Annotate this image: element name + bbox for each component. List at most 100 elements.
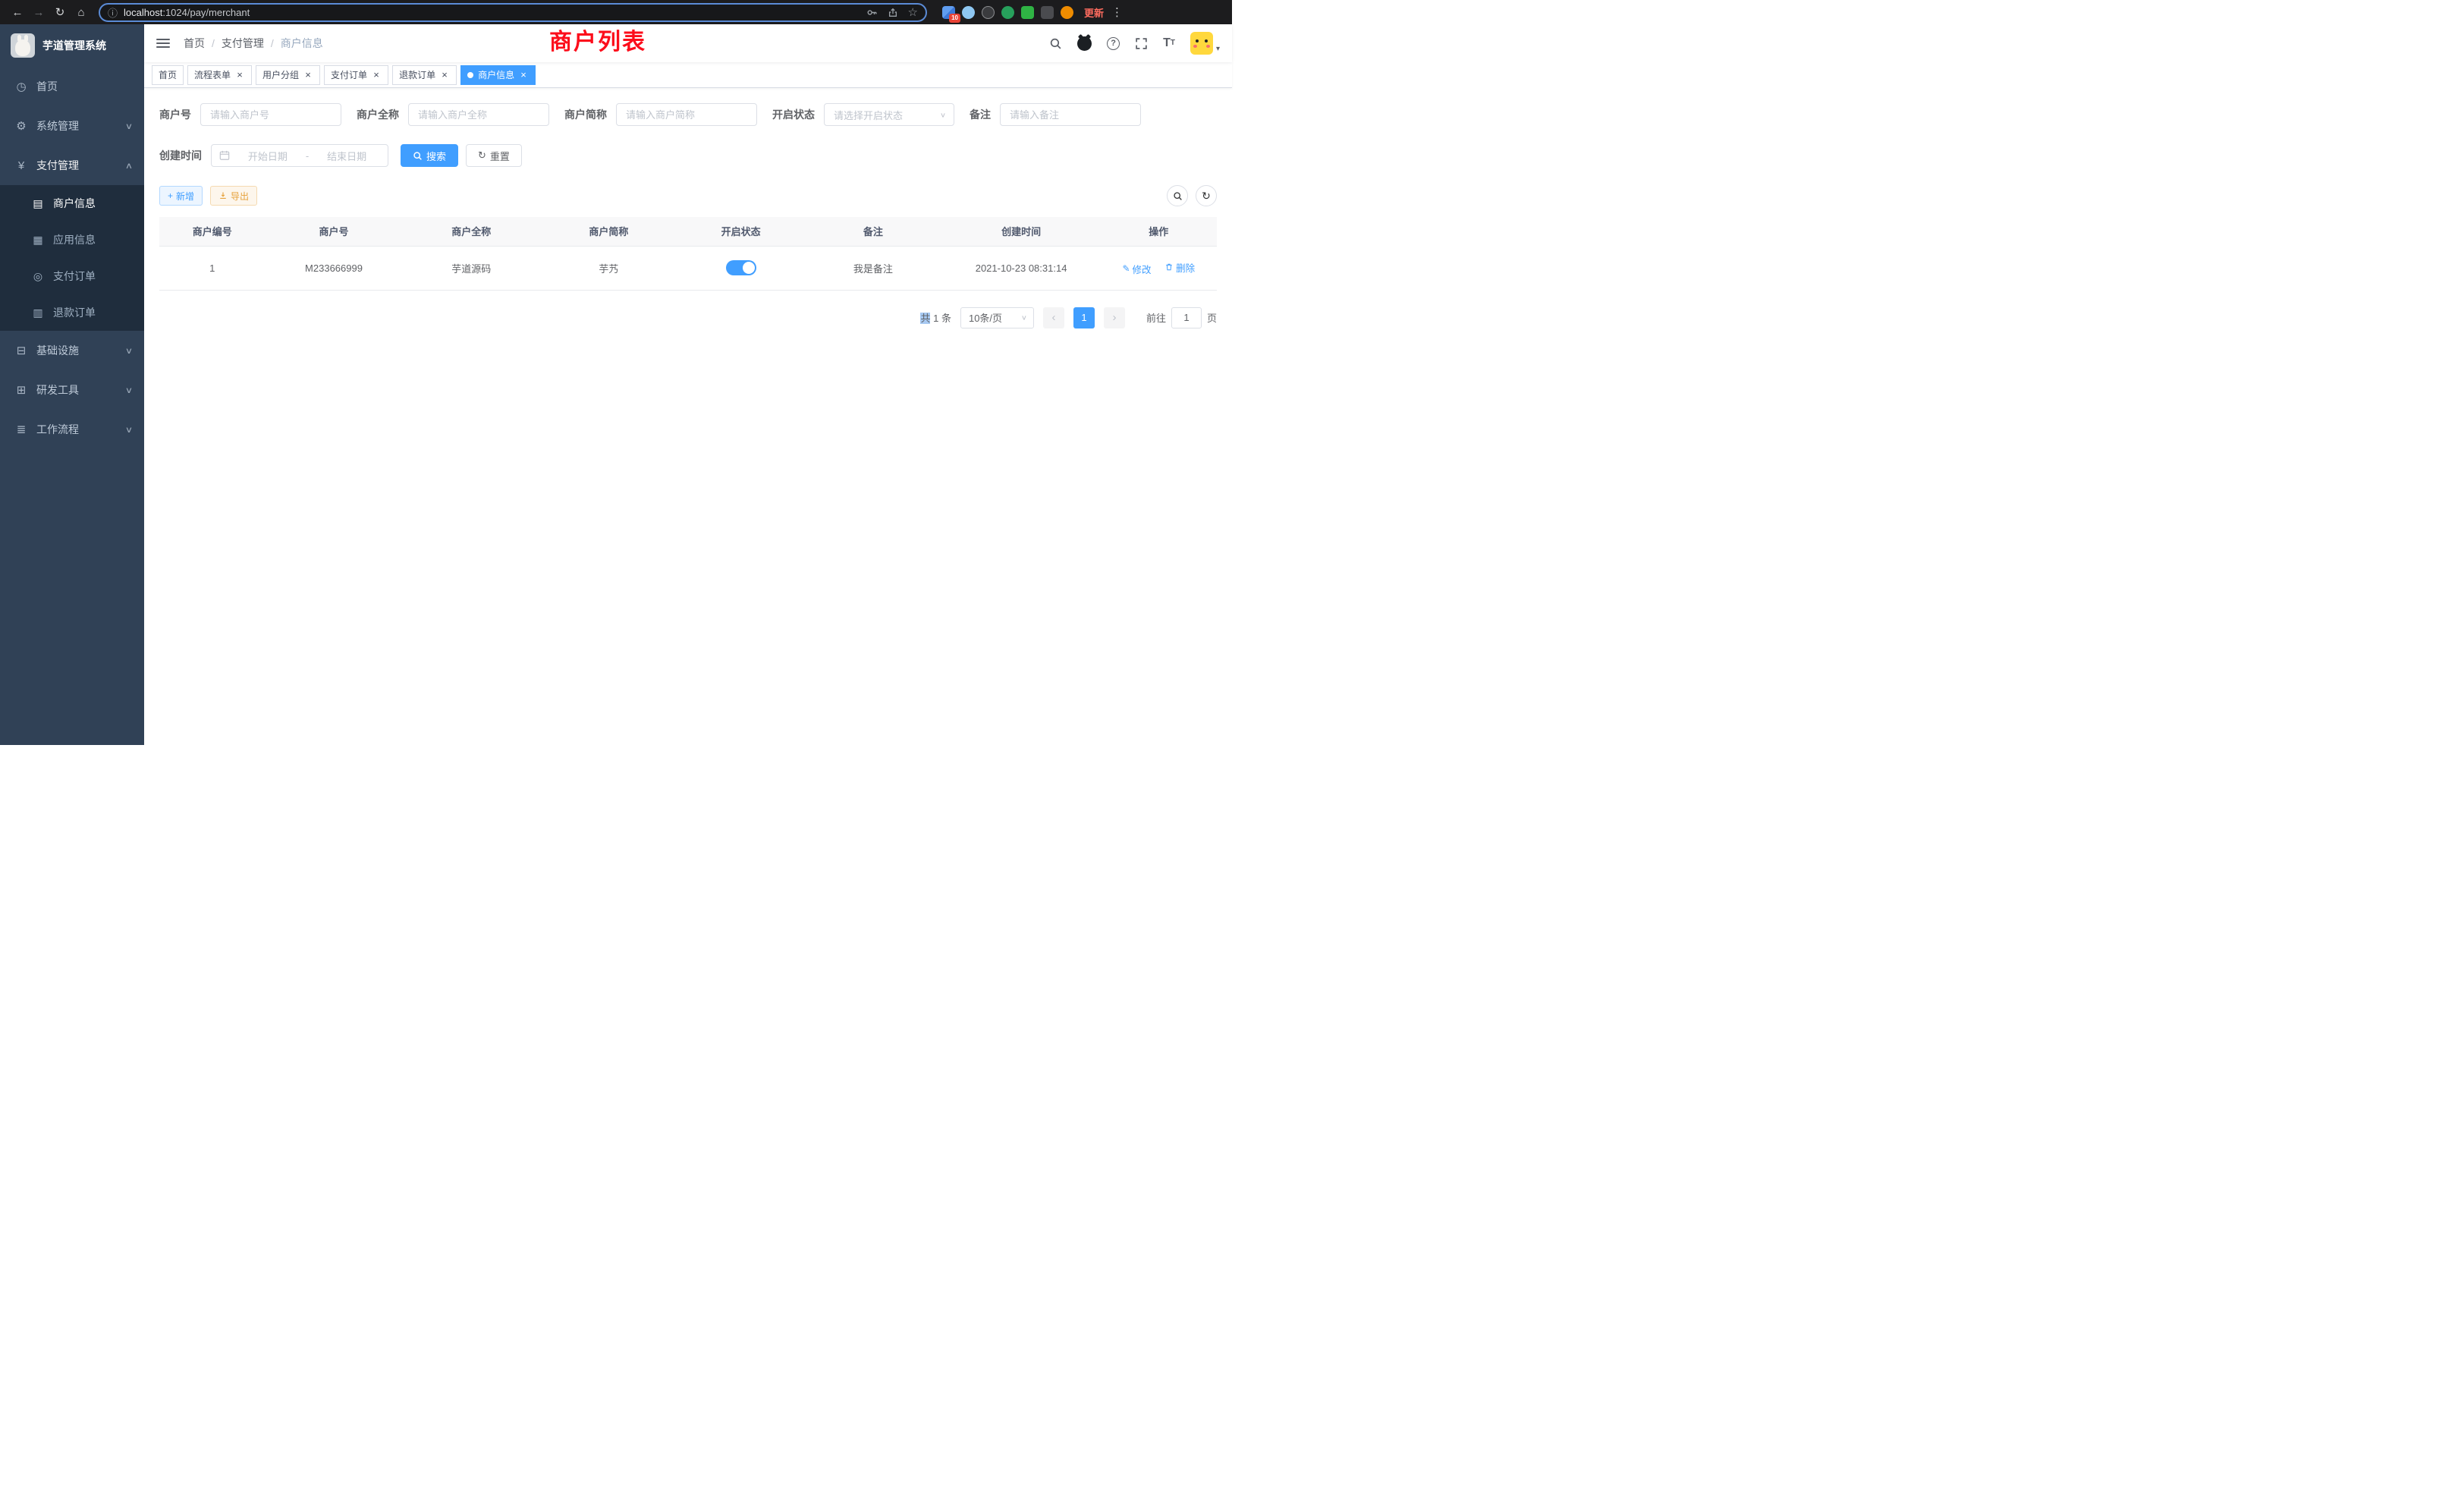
extension-dark-icon[interactable]: [982, 6, 995, 19]
font-size-large: T: [1163, 37, 1171, 49]
merchant-no-input[interactable]: [200, 103, 341, 126]
url-bar[interactable]: ⓘ localhost:1024/pay/merchant ☆: [99, 3, 927, 22]
tab-user-group[interactable]: 用户分组 ×: [256, 65, 320, 85]
extension-drop-icon[interactable]: [962, 6, 975, 19]
sidebar-menu: ◷ 首页 ⚙ 系统管理 ∨ ¥ 支付管理 ∧ ▤ 商户信息 ▦ 应用信: [0, 67, 144, 745]
delete-link[interactable]: 删除: [1164, 260, 1195, 275]
date-separator: -: [306, 150, 309, 162]
sidebar-item-infra[interactable]: ⊟ 基础设施 ∨: [0, 331, 144, 370]
github-icon[interactable]: [1077, 36, 1092, 51]
tab-refund-order[interactable]: 退款订单 ×: [392, 65, 457, 85]
font-size-icon[interactable]: TT: [1163, 37, 1175, 49]
sidebar-item-label: 商户信息: [53, 196, 96, 211]
gear-icon: ⚙: [15, 119, 27, 133]
prev-page-button[interactable]: ‹: [1043, 307, 1064, 328]
sidebar-item-label: 应用信息: [53, 232, 96, 247]
browser-update-button[interactable]: 更新: [1084, 5, 1104, 20]
col-create-time: 创建时间: [942, 217, 1101, 246]
short-name-input[interactable]: [616, 103, 757, 126]
toggle-search-icon[interactable]: [1167, 185, 1188, 206]
date-range-picker[interactable]: 开始日期 - 结束日期: [211, 144, 388, 167]
tab-label: 流程表单: [194, 68, 231, 81]
sidebar-item-home[interactable]: ◷ 首页: [0, 67, 144, 106]
caret-down-icon: ▾: [1216, 45, 1220, 55]
tab-pay-order[interactable]: 支付订单 ×: [324, 65, 388, 85]
refresh-table-icon[interactable]: ↻: [1196, 185, 1217, 206]
goto-page-input[interactable]: [1171, 307, 1202, 328]
sidebar-item-merchant-info[interactable]: ▤ 商户信息: [0, 185, 144, 222]
extensions-puzzle-icon[interactable]: [1041, 6, 1054, 19]
browser-back-icon[interactable]: ←: [8, 2, 27, 22]
sidebar-item-pay-order[interactable]: ◎ 支付订单: [0, 258, 144, 294]
reset-button-label: 重置: [490, 149, 510, 163]
user-avatar[interactable]: ▾: [1190, 32, 1220, 55]
extension-apps-icon[interactable]: 10: [942, 6, 955, 19]
sidebar-item-system[interactable]: ⚙ 系统管理 ∨: [0, 106, 144, 146]
extension-notes-icon[interactable]: [1021, 6, 1034, 19]
toolbox-icon: ⊞: [15, 383, 27, 397]
sidebar-item-payment[interactable]: ¥ 支付管理 ∧: [0, 146, 144, 185]
logo-avatar: [11, 33, 35, 58]
status-toggle[interactable]: [726, 260, 756, 275]
export-button[interactable]: 导出: [210, 186, 257, 206]
sidebar-item-app-info[interactable]: ▦ 应用信息: [0, 222, 144, 258]
close-icon[interactable]: ×: [371, 70, 382, 80]
tab-label: 支付订单: [331, 68, 367, 81]
sidebar-toggle-icon[interactable]: [156, 39, 170, 48]
site-info-icon[interactable]: ⓘ: [108, 5, 118, 20]
tab-merchant-info[interactable]: 商户信息 ×: [460, 65, 536, 85]
cell-actions: ✎修改 删除: [1101, 246, 1217, 290]
help-icon[interactable]: ?: [1107, 37, 1120, 50]
full-name-input[interactable]: [408, 103, 549, 126]
col-merchant-id: 商户编号: [159, 217, 265, 246]
next-page-button[interactable]: ›: [1104, 307, 1125, 328]
sidebar-item-workflow[interactable]: ≣ 工作流程 ∨: [0, 410, 144, 449]
remark-input[interactable]: [1000, 103, 1141, 126]
breadcrumb-item[interactable]: 首页: [184, 36, 205, 51]
chevron-down-icon: ∨: [125, 385, 133, 395]
chevron-down-icon: ∨: [940, 111, 946, 118]
bookmark-star-icon[interactable]: ☆: [908, 7, 918, 18]
close-icon[interactable]: ×: [234, 70, 245, 80]
create-time-label: 创建时间: [159, 148, 202, 163]
fullscreen-icon[interactable]: [1135, 37, 1148, 50]
extension-green-icon[interactable]: [1001, 6, 1014, 19]
breadcrumb-item[interactable]: 支付管理: [222, 36, 264, 51]
breadcrumb-item-current: 商户信息: [281, 36, 323, 51]
page-size-select[interactable]: 10条/页 ∨: [960, 307, 1034, 328]
page-size-value: 10条/页: [969, 310, 1002, 325]
browser-profile-avatar[interactable]: [1061, 6, 1073, 19]
search-button[interactable]: 搜索: [401, 144, 458, 167]
add-button[interactable]: + 新增: [159, 186, 203, 206]
password-key-icon[interactable]: [866, 7, 878, 18]
chevron-down-icon: ∨: [125, 121, 133, 131]
page-number-button[interactable]: 1: [1073, 307, 1095, 328]
sidebar-item-devtools[interactable]: ⊞ 研发工具 ∨: [0, 370, 144, 410]
sidebar-logo[interactable]: 芋道管理系统: [0, 24, 144, 67]
status-select[interactable]: 请选择开启状态 ∨: [824, 103, 954, 126]
edit-link[interactable]: ✎修改: [1122, 262, 1151, 276]
browser-forward-icon[interactable]: →: [29, 2, 49, 22]
extension-badge: 10: [949, 14, 960, 23]
close-icon[interactable]: ×: [303, 70, 313, 80]
tab-process-form[interactable]: 流程表单 ×: [187, 65, 252, 85]
share-icon[interactable]: [888, 7, 898, 18]
browser-reload-icon[interactable]: ↻: [50, 2, 70, 22]
browser-menu-icon[interactable]: ⋮: [1111, 5, 1122, 19]
close-icon[interactable]: ×: [439, 70, 450, 80]
chevron-down-icon: ∨: [1021, 313, 1027, 321]
sidebar-item-refund-order[interactable]: ▥ 退款订单: [0, 294, 144, 331]
tab-home[interactable]: 首页: [152, 65, 184, 85]
col-remark: 备注: [804, 217, 941, 246]
dashboard-icon: ◷: [15, 80, 27, 93]
breadcrumb: 首页 / 支付管理 / 商户信息: [184, 36, 323, 51]
header-search-icon[interactable]: [1049, 37, 1062, 50]
sidebar-item-label: 基础设施: [36, 343, 79, 358]
table-toolbar: + 新增 导出 ↻: [159, 185, 1217, 206]
reset-button[interactable]: ↻ 重置: [466, 144, 522, 167]
close-icon[interactable]: ×: [518, 70, 529, 80]
target-icon: ◎: [32, 270, 44, 283]
url-text[interactable]: localhost:1024/pay/merchant: [124, 7, 860, 18]
browser-home-icon[interactable]: ⌂: [71, 2, 91, 22]
cell-short-name: 芋艿: [540, 246, 677, 290]
